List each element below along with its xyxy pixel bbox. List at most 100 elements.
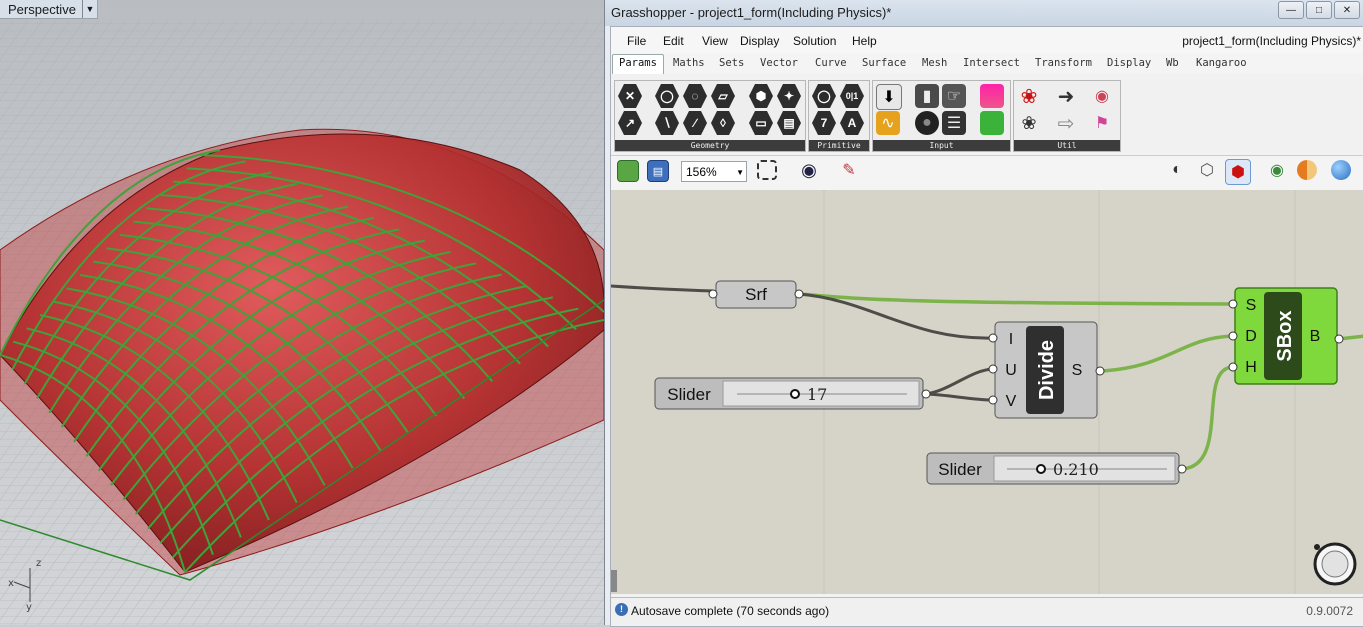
wire[interactable] bbox=[611, 284, 714, 293]
rhino-viewport[interactable]: z x y Perspective ▼ bbox=[0, 0, 604, 625]
toggle-icon[interactable]: ▮ bbox=[915, 84, 939, 108]
value-list-icon[interactable]: ● bbox=[915, 111, 939, 135]
save-file-icon[interactable]: ▤ bbox=[647, 160, 669, 182]
shaded-preview-icon[interactable]: ⬢ bbox=[1225, 159, 1251, 185]
canvas-graph[interactable]: Srf Slider 17 Divide I U V S Slider 0.21… bbox=[611, 190, 1363, 594]
slider-2-output-grip[interactable] bbox=[1177, 464, 1187, 474]
preview-mesh-icon[interactable] bbox=[1331, 160, 1351, 180]
tab-wb[interactable]: Wb bbox=[1166, 57, 1179, 69]
jump-icon[interactable]: ❀ bbox=[1017, 111, 1041, 135]
minimize-button[interactable]: — bbox=[1278, 1, 1304, 19]
selected-preview-icon[interactable]: ◉ bbox=[1267, 160, 1287, 180]
wireframe-preview-icon[interactable]: ⬡ bbox=[1197, 160, 1217, 180]
sbox-component[interactable]: SBox S D H B bbox=[1228, 287, 1344, 385]
divide-grip-i[interactable] bbox=[988, 333, 998, 343]
box-icon[interactable]: ⬢ bbox=[749, 84, 773, 108]
surface-icon[interactable]: ▭ bbox=[749, 111, 773, 135]
graph-icon[interactable]: ∿ bbox=[876, 111, 900, 135]
tab-intersect[interactable]: Intersect bbox=[963, 57, 1020, 69]
button-icon[interactable]: ☞ bbox=[942, 84, 966, 108]
divide-grip-s[interactable] bbox=[1095, 366, 1105, 376]
point-icon[interactable]: ✕ bbox=[618, 84, 642, 108]
wire-slider-v[interactable] bbox=[925, 392, 994, 402]
zoom-dropdown[interactable]: 156% ▼ bbox=[681, 161, 747, 182]
boolean-icon[interactable]: ◯ bbox=[812, 84, 836, 108]
menu-solution[interactable]: Solution bbox=[793, 34, 836, 48]
viewport-tab[interactable]: Perspective ▼ bbox=[0, 0, 98, 19]
title-bar[interactable]: Grasshopper - project1_form(Including Ph… bbox=[605, 0, 1363, 26]
menu-file[interactable]: File bbox=[627, 34, 646, 48]
tab-display[interactable]: Display bbox=[1107, 57, 1151, 69]
brep-icon[interactable]: ✦ bbox=[777, 84, 801, 108]
tab-params[interactable]: Params bbox=[612, 54, 664, 74]
srf-param[interactable]: Srf bbox=[708, 280, 804, 309]
timer-icon[interactable]: ⚑ bbox=[1090, 111, 1114, 135]
wire-srf-sbox[interactable] bbox=[798, 292, 1234, 306]
viewport-title[interactable]: Perspective bbox=[0, 2, 82, 17]
close-button[interactable]: ✕ bbox=[1334, 1, 1360, 19]
tab-sets[interactable]: Sets bbox=[719, 57, 744, 69]
chevron-down-icon[interactable]: ▼ bbox=[736, 162, 744, 183]
sbox-grip-h[interactable] bbox=[1228, 362, 1238, 372]
relay-icon[interactable]: ➜ bbox=[1054, 84, 1078, 108]
zoom-extents-icon[interactable] bbox=[757, 160, 777, 180]
tab-mesh[interactable]: Mesh bbox=[922, 57, 947, 69]
sketch-icon[interactable]: ✎ bbox=[839, 160, 859, 180]
divide-grip-u[interactable] bbox=[988, 364, 998, 374]
tab-kangaroo[interactable]: Kangaroo bbox=[1196, 57, 1247, 69]
preview-eye-icon[interactable]: ◉ bbox=[797, 160, 821, 180]
plane-icon[interactable]: ∕ bbox=[683, 111, 707, 135]
menu-help[interactable]: Help bbox=[852, 34, 877, 48]
curve-icon[interactable]: ▱ bbox=[711, 84, 735, 108]
vector-icon[interactable]: ↗ bbox=[618, 111, 642, 135]
gradient-icon[interactable] bbox=[980, 84, 1004, 108]
tab-transform[interactable]: Transform bbox=[1035, 57, 1092, 69]
sbox-grip-d[interactable] bbox=[1228, 331, 1238, 341]
srf-input-grip[interactable] bbox=[708, 289, 718, 299]
tab-vector[interactable]: Vector bbox=[760, 57, 798, 69]
menu-edit[interactable]: Edit bbox=[663, 34, 684, 48]
wire-slider2-sbox[interactable] bbox=[1181, 365, 1234, 471]
document-name[interactable]: project1_form(Including Physics)* bbox=[1182, 34, 1361, 48]
group-label-primitive[interactable]: Primitive bbox=[809, 140, 869, 151]
srf-output-grip[interactable] bbox=[794, 289, 804, 299]
mesh-icon[interactable]: ▤ bbox=[777, 111, 801, 135]
wire-divide-sbox[interactable] bbox=[1102, 334, 1234, 373]
text-icon[interactable]: A bbox=[840, 111, 864, 135]
sbox-grip-s[interactable] bbox=[1228, 299, 1238, 309]
wire-slider-u[interactable] bbox=[925, 367, 994, 396]
slider-2-handle[interactable] bbox=[1036, 464, 1046, 474]
number-slider-2[interactable]: Slider 0.210 bbox=[926, 452, 1187, 485]
divide-grip-v[interactable] bbox=[988, 395, 998, 405]
slider-1-output-grip[interactable] bbox=[921, 389, 931, 399]
matrix-icon[interactable]: ☰ bbox=[942, 111, 966, 135]
viewport-menu-icon[interactable]: ▼ bbox=[81, 0, 97, 18]
group-label-util[interactable]: Util bbox=[1014, 140, 1120, 151]
group-label-input[interactable]: Input bbox=[873, 140, 1010, 151]
menu-view[interactable]: View bbox=[702, 34, 728, 48]
circle-icon[interactable]: ◯ bbox=[655, 84, 679, 108]
number-slider-1[interactable]: Slider 17 bbox=[654, 377, 931, 410]
arc-icon[interactable]: ◌ bbox=[683, 84, 707, 108]
galapagos-icon[interactable]: ⇨ bbox=[1054, 111, 1078, 135]
group-label-geometry[interactable]: Geometry bbox=[615, 140, 805, 151]
canvas-navigation-widget[interactable] bbox=[1313, 542, 1357, 586]
slider-1-handle[interactable] bbox=[790, 389, 800, 399]
document-preview-icon[interactable] bbox=[1297, 160, 1317, 180]
circular-arc-icon[interactable]: ◊ bbox=[711, 111, 735, 135]
tab-surface[interactable]: Surface bbox=[862, 57, 906, 69]
cherry-picker-icon[interactable]: ❀ bbox=[1017, 84, 1041, 108]
panel-icon[interactable]: ⬇ bbox=[876, 84, 902, 110]
open-file-icon[interactable] bbox=[617, 160, 639, 182]
line-icon[interactable]: ∖ bbox=[655, 111, 679, 135]
restore-button[interactable]: □ bbox=[1306, 1, 1332, 19]
canvas-scrollbar[interactable] bbox=[611, 570, 617, 592]
colour-swatch-icon[interactable] bbox=[980, 111, 1004, 135]
menu-display[interactable]: Display bbox=[740, 34, 779, 48]
divide-component[interactable]: Divide I U V S bbox=[988, 321, 1105, 419]
integer-icon[interactable]: 0|1 bbox=[840, 84, 864, 108]
sbox-grip-b[interactable] bbox=[1334, 334, 1344, 344]
grasshopper-canvas[interactable]: Srf Slider 17 Divide I U V S Slider 0.21… bbox=[611, 190, 1363, 594]
data-dam-icon[interactable]: ◉ bbox=[1090, 84, 1114, 108]
tab-curve[interactable]: Curve bbox=[815, 57, 847, 69]
